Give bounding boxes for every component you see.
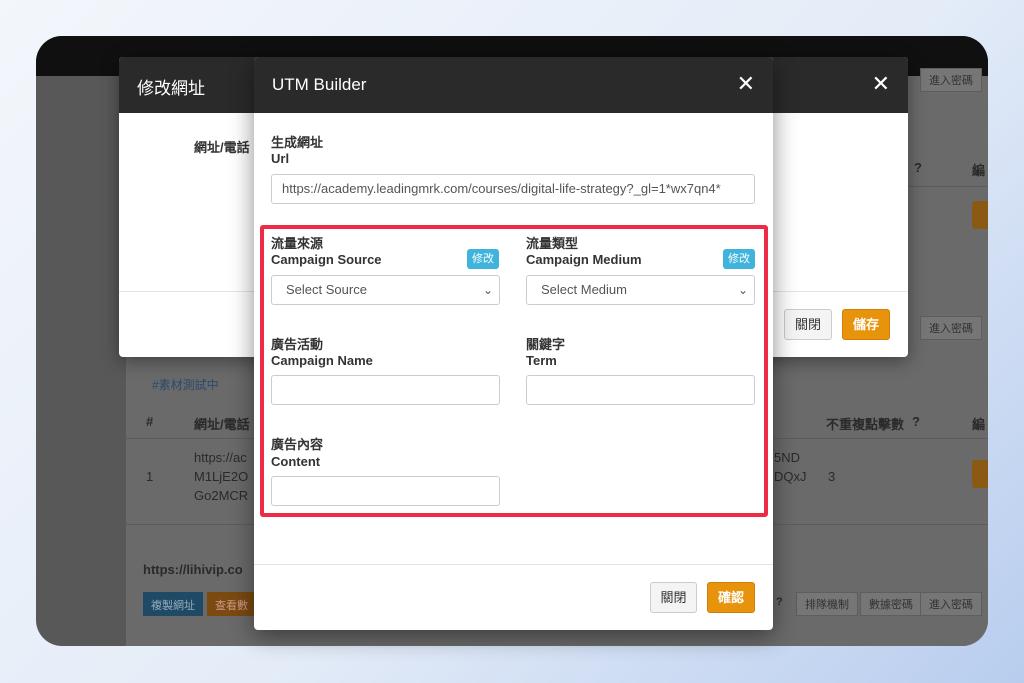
row-url-line-2: M1LjE2O xyxy=(194,469,249,484)
url-label-en: Url xyxy=(271,151,290,166)
url-phone-label: 網址/電話 xyxy=(194,140,250,155)
content-label-en: Content xyxy=(271,454,321,469)
tab-entry-password[interactable]: 進入密碼 xyxy=(920,592,982,616)
close-icon[interactable]: ✕ xyxy=(737,71,755,97)
bottom-url: https://lihivip.co xyxy=(143,562,243,577)
utm-builder-modal: UTM Builder ✕ 生成網址 Url https://academy.l… xyxy=(254,57,773,630)
utm-builder-title: UTM Builder xyxy=(272,75,367,94)
campaign-name-input[interactable] xyxy=(271,375,500,405)
row-url-line-3: Go2MCR xyxy=(194,488,249,503)
col-unique-clicks: 不重複點擊數 xyxy=(826,417,905,432)
help-icon-2[interactable]: ? xyxy=(912,414,920,429)
content-label-zh: 廣告內容 xyxy=(271,437,324,452)
mid-tab-entry-password[interactable]: 進入密碼 xyxy=(920,316,982,340)
tab-queue[interactable]: 排隊機制 xyxy=(796,592,858,616)
tab-data-password[interactable]: 數據密碼 xyxy=(860,592,922,616)
row-url-line-1: https://ac xyxy=(194,450,247,465)
help-icon[interactable]: ? xyxy=(914,160,922,175)
row-edit-button[interactable] xyxy=(972,460,988,488)
campaign-medium-value: Select Medium xyxy=(541,282,627,297)
top-tab-entry-password[interactable]: 進入密碼 xyxy=(920,68,982,92)
campaign-source-select[interactable]: Select Source ⌄ xyxy=(271,275,500,305)
tag-label[interactable]: #素材測試中 xyxy=(152,376,219,393)
highlight-box xyxy=(260,225,768,517)
content-input[interactable] xyxy=(271,476,500,506)
edit-url-close-button[interactable]: 關閉 xyxy=(784,309,832,340)
row-url-right-2: DQxJ xyxy=(774,469,807,484)
medium-label-en: Campaign Medium xyxy=(526,252,642,267)
source-label-zh: 流量來源 xyxy=(271,236,324,251)
campaign-source-value: Select Source xyxy=(286,282,367,297)
chevron-down-icon: ⌄ xyxy=(737,283,748,297)
help-icon-3[interactable]: ? xyxy=(776,596,783,608)
col-edit-header: 編 xyxy=(972,163,986,178)
campaign-medium-select[interactable]: Select Medium ⌄ xyxy=(526,275,755,305)
name-label-zh: 廣告活動 xyxy=(271,337,324,352)
row-clicks: 3 xyxy=(828,469,836,484)
source-label-en: Campaign Source xyxy=(271,252,382,267)
row-index: 1 xyxy=(146,469,154,484)
edit-button-bg[interactable] xyxy=(972,201,988,229)
col-url-phone: 網址/電話 xyxy=(194,417,250,432)
source-edit-button[interactable]: 修改 xyxy=(467,249,499,269)
term-input[interactable] xyxy=(526,375,755,405)
utm-confirm-button[interactable]: 確認 xyxy=(707,582,755,613)
edit-url-modal-title: 修改網址 xyxy=(137,79,205,98)
col-edit-header-2: 編 xyxy=(972,417,986,432)
copy-url-button[interactable]: 複製網址 xyxy=(143,592,203,616)
term-label-en: Term xyxy=(526,353,557,368)
medium-label-zh: 流量類型 xyxy=(526,236,579,251)
medium-edit-button[interactable]: 修改 xyxy=(723,249,755,269)
close-icon[interactable]: ✕ xyxy=(872,71,890,97)
term-label-zh: 關鍵字 xyxy=(526,337,566,352)
view-data-button[interactable]: 查看數 xyxy=(207,592,256,616)
edit-url-save-button[interactable]: 儲存 xyxy=(842,309,890,340)
col-hash: # xyxy=(146,414,154,429)
url-label-zh: 生成網址 xyxy=(271,135,324,150)
name-label-en: Campaign Name xyxy=(271,353,373,368)
utm-builder-header: UTM Builder ✕ xyxy=(254,57,773,113)
row-url-right-1: 5ND xyxy=(774,450,801,465)
utm-close-button[interactable]: 關閉 xyxy=(650,582,697,613)
chevron-down-icon: ⌄ xyxy=(482,283,493,297)
generated-url-field[interactable]: https://academy.leadingmrk.com/courses/d… xyxy=(271,174,755,204)
